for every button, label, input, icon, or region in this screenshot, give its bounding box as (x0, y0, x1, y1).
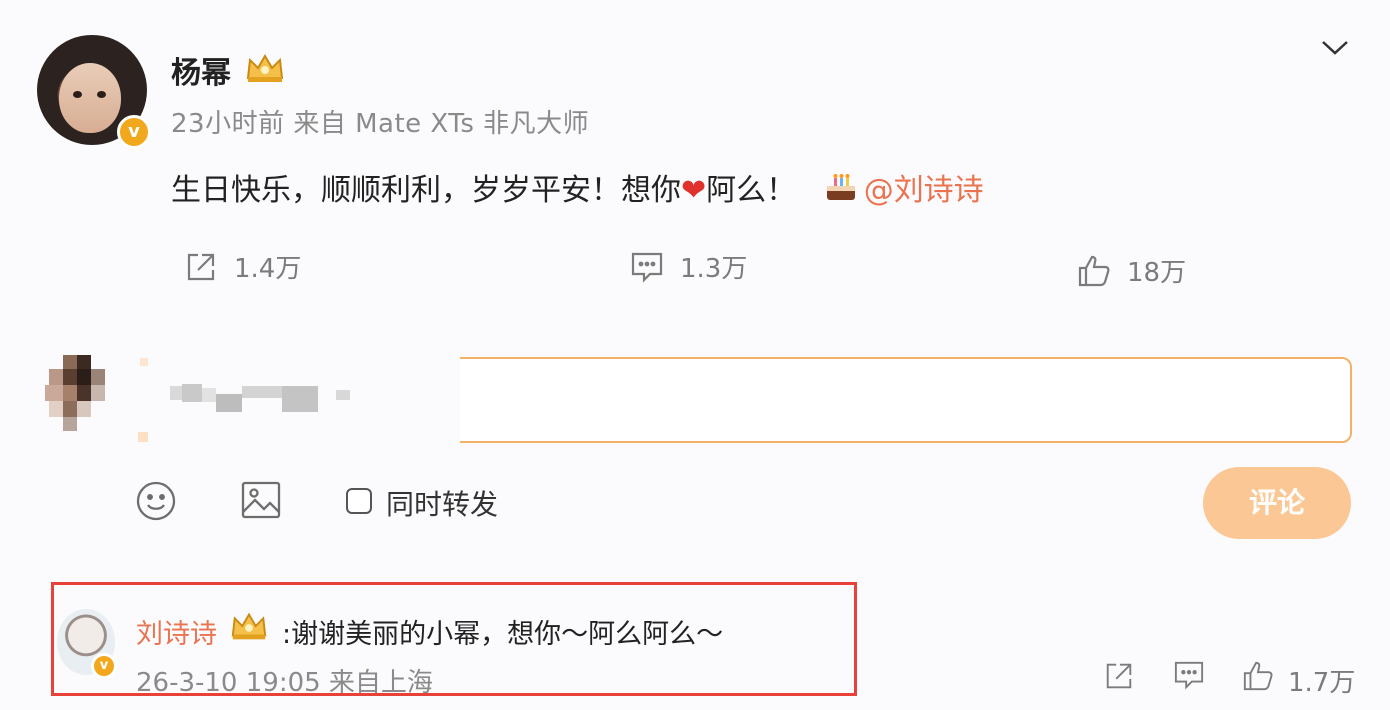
post-text-after-heart: 阿么！ (706, 173, 797, 208)
input-blur-overlay (130, 350, 460, 450)
comment-input[interactable] (312, 357, 1352, 443)
reply-comment-icon[interactable] (1173, 660, 1205, 694)
verified-icon: v (117, 115, 151, 149)
reply-like-count: 1.7万 (1288, 668, 1356, 698)
current-user-avatar[interactable] (45, 355, 115, 433)
reply-repost-icon[interactable] (1103, 660, 1135, 696)
reply-text: :谢谢美丽的小幂，想你～阿么阿么～ (282, 619, 724, 650)
image-icon[interactable] (240, 480, 282, 524)
post-text: 生日快乐，顺顺利利，岁岁平安！想你❤阿么！ @刘诗诗 (171, 165, 984, 212)
repost-count: 1.4万 (234, 254, 302, 284)
like-count: 18万 (1127, 258, 1187, 288)
crown-icon (229, 610, 269, 646)
comment-icon (631, 252, 663, 283)
post-text-main: 生日快乐，顺顺利利，岁岁平安！想你 (171, 173, 681, 208)
reply-meta: 26-3-10 19:05 来自上海 (136, 668, 433, 698)
like-button[interactable]: 18万 (1077, 252, 1186, 289)
crown-icon (244, 52, 286, 88)
avatar-face (59, 63, 121, 133)
submit-comment-button[interactable]: 评论 (1203, 467, 1351, 539)
reply-author-name[interactable]: 刘诗诗 (136, 612, 217, 651)
author-name[interactable]: 杨幂 (171, 48, 231, 92)
repost-checkbox-label[interactable]: 同时转发 (386, 483, 498, 523)
repost-icon (187, 253, 215, 280)
chevron-down-icon[interactable] (1320, 38, 1350, 62)
heart-icon: ❤ (681, 173, 707, 208)
post-meta: 23小时前 来自 Mate XTs 非凡大师 (171, 109, 590, 139)
reply-like-icon[interactable] (1242, 660, 1274, 696)
like-icon (1078, 255, 1110, 286)
comment-count: 1.3万 (680, 254, 748, 284)
emoji-icon[interactable] (135, 480, 177, 526)
avatar-eye-right (97, 91, 106, 98)
avatar-eye-left (73, 91, 82, 98)
repost-checkbox[interactable] (346, 488, 372, 514)
comment-button[interactable]: 1.3万 (630, 248, 747, 285)
cake-icon (824, 172, 858, 212)
author-name-text[interactable]: 杨幂 (171, 56, 231, 91)
repost-button[interactable]: 1.4万 (184, 248, 301, 285)
author-avatar[interactable]: v (37, 35, 151, 149)
mention-link[interactable]: @刘诗诗 (864, 173, 984, 208)
